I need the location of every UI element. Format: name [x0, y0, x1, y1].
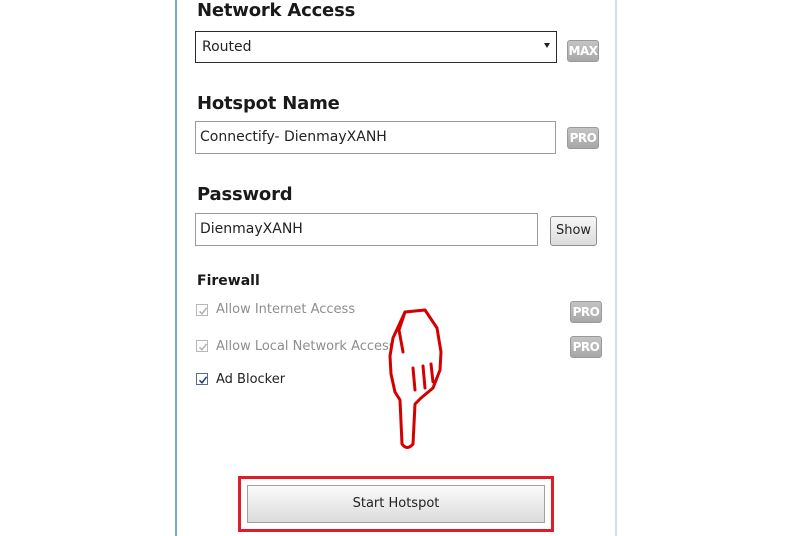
show-password-button[interactable]: Show [550, 216, 597, 246]
allow-local-network-access-label: Allow Local Network Access [216, 339, 396, 354]
settings-panel [175, 0, 617, 536]
start-hotspot-highlight: Start Hotspot [238, 476, 554, 532]
pro-badge-allow-internet-access: PRO [570, 301, 602, 323]
network-access-selected-value: Routed [202, 39, 252, 55]
password-label: Password [197, 184, 293, 205]
password-input[interactable]: DienmayXANH [195, 213, 538, 246]
firewall-label: Firewall [197, 273, 260, 289]
checkmark-icon [198, 307, 208, 315]
checkmark-icon [198, 343, 208, 351]
checkmark-icon [198, 376, 208, 385]
allow-internet-access-label: Allow Internet Access [216, 302, 356, 317]
ad-blocker-checkbox[interactable] [196, 373, 208, 385]
pro-badge-allow-local-network-access: PRO [570, 336, 602, 358]
network-access-dropdown[interactable]: Routed [195, 31, 557, 63]
ad-blocker-label: Ad Blocker [216, 372, 286, 387]
start-hotspot-button[interactable]: Start Hotspot [247, 485, 545, 523]
dropdown-arrow-icon [544, 43, 550, 48]
pointing-hand-icon [388, 308, 443, 449]
network-access-label: Network Access [197, 0, 356, 21]
pro-badge-hotspot-name: PRO [567, 127, 599, 149]
max-badge: MAX [567, 40, 599, 62]
hotspot-name-input[interactable]: Connectify- DienmayXANH [195, 121, 556, 154]
allow-local-network-access-checkbox[interactable] [196, 340, 208, 352]
hotspot-name-label: Hotspot Name [197, 93, 340, 114]
allow-internet-access-checkbox[interactable] [196, 304, 208, 316]
